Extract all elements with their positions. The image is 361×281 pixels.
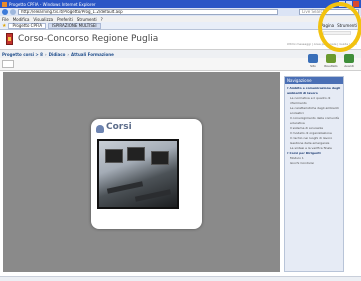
monitor-image bbox=[127, 147, 145, 161]
action-label: Risultato bbox=[324, 64, 338, 68]
course-photo bbox=[97, 139, 179, 209]
close-icon[interactable] bbox=[353, 1, 359, 7]
sidebar-item[interactable]: Le caratteristiche degli ambienti scolas… bbox=[287, 106, 341, 116]
course-card-title: Corsi bbox=[106, 122, 132, 132]
action-sito-button[interactable]: Sito bbox=[307, 54, 319, 68]
tab-ispirazione[interactable]: ISPIRAZIONE MULTISEI bbox=[48, 22, 101, 29]
action-avanti-button[interactable]: Avanti bbox=[343, 54, 355, 68]
sidebar-title: Navigazione bbox=[285, 77, 343, 84]
course-icon bbox=[96, 125, 104, 133]
navigation-sidebar: Navigazione ▾ Ambito e comunicazione deg… bbox=[284, 76, 344, 272]
menu-item-strumenti[interactable]: Strumenti bbox=[77, 17, 97, 22]
status-bar bbox=[0, 276, 361, 281]
monitor-image bbox=[105, 149, 123, 163]
breadcrumb-item[interactable]: Progetto corsi > 8 bbox=[2, 52, 43, 57]
tab-bar: ★ Progetto CPFIA ISPIRAZIONE MULTISEI Pa… bbox=[0, 22, 361, 30]
menu-item-visualizza[interactable]: Visualizza bbox=[33, 17, 53, 22]
action-risultato-button[interactable]: Risultato bbox=[324, 54, 338, 68]
home-button[interactable] bbox=[2, 60, 14, 68]
window-title: Progetto CPFIA - Windows Internet Explor… bbox=[9, 1, 96, 7]
forward-arrow-icon bbox=[344, 54, 354, 63]
menu-item-modifica[interactable]: Modifica bbox=[13, 17, 30, 22]
tab-progetto[interactable]: Progetto CPFIA bbox=[8, 22, 47, 29]
sidebar-list: ▾ Ambito e comunicazione degli ambienti … bbox=[285, 84, 343, 168]
action-label: Avanti bbox=[344, 64, 354, 68]
breadcrumb-separator: › bbox=[44, 51, 47, 57]
result-icon bbox=[326, 54, 336, 63]
favorites-star-icon[interactable]: ★ bbox=[2, 23, 6, 29]
keyboard-image bbox=[106, 181, 144, 194]
app-header: Corso-Concorso Regione Puglia Ultimi mes… bbox=[0, 30, 361, 50]
address-bar-row: http://elearning.tis.it/Progetto/Prog_1.… bbox=[0, 8, 361, 16]
action-label: Sito bbox=[310, 64, 316, 68]
breadcrumb-item[interactable]: Attuali Formazione bbox=[71, 52, 114, 57]
menu-item-file[interactable]: File bbox=[2, 17, 9, 22]
monitor-image bbox=[151, 151, 169, 165]
sidebar-item[interactable]: Il coinvolgimento della comunità educati… bbox=[287, 116, 341, 126]
menu-item-help[interactable]: ? bbox=[101, 17, 103, 22]
sidebar-item[interactable]: La normativa e il quadro di riferimento bbox=[287, 96, 341, 106]
window-titlebar: Progetto CPFIA - Windows Internet Explor… bbox=[0, 0, 361, 8]
course-card[interactable]: Corsi bbox=[91, 119, 202, 229]
address-input[interactable]: http://elearning.tis.it/Progetto/Prog_1.… bbox=[18, 9, 278, 15]
keyboard-image bbox=[134, 189, 172, 202]
regione-puglia-logo bbox=[6, 33, 13, 45]
highlight-circle bbox=[318, 2, 361, 52]
forward-button[interactable] bbox=[10, 9, 16, 15]
app-title: Corso-Concorso Regione Puglia bbox=[18, 34, 159, 44]
breadcrumb-separator: › bbox=[67, 51, 70, 57]
sidebar-item[interactable]: ▾ Ambito e comunicazione degli ambienti … bbox=[287, 86, 341, 96]
breadcrumb-item[interactable]: Didiaco bbox=[49, 52, 66, 57]
menu-item-preferiti[interactable]: Preferiti bbox=[57, 17, 73, 22]
back-button[interactable] bbox=[2, 9, 8, 15]
action-buttons: Sito Risultato Avanti bbox=[307, 54, 355, 68]
site-icon bbox=[308, 54, 318, 63]
ie-icon bbox=[2, 1, 7, 7]
sidebar-item[interactable]: Giochi Condivisi bbox=[287, 161, 341, 166]
